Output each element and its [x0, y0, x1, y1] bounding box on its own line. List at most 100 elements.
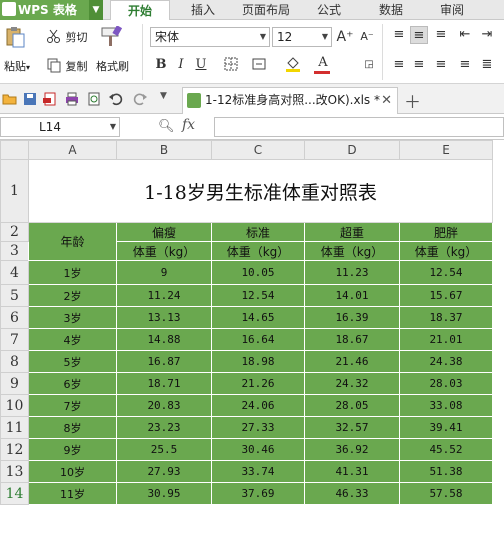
weight-cell[interactable]: 14.65: [211, 306, 305, 329]
tab-review[interactable]: 审阅: [424, 0, 480, 20]
weight-cell[interactable]: 30.95: [116, 482, 212, 505]
weight-cell[interactable]: 14.01: [304, 284, 400, 307]
format-painter-button[interactable]: [98, 25, 123, 51]
formula-input[interactable]: [214, 117, 504, 137]
header-unit-cell[interactable]: 体重（kg）: [399, 241, 493, 261]
column-header-b[interactable]: B: [116, 140, 212, 160]
fill-color-button[interactable]: [280, 56, 306, 74]
cut-button[interactable]: 剪切: [46, 28, 88, 45]
fx-icon[interactable]: fx: [182, 117, 195, 133]
row-header[interactable]: 2: [0, 222, 29, 242]
row-header[interactable]: 7: [0, 328, 29, 351]
open-folder-icon[interactable]: [2, 91, 18, 107]
column-header-e[interactable]: E: [399, 140, 493, 160]
tab-formulas[interactable]: 公式: [304, 0, 354, 20]
align-top-icon[interactable]: ≡: [390, 26, 408, 44]
weight-cell[interactable]: 28.03: [399, 372, 493, 395]
tab-insert[interactable]: 插入: [176, 0, 230, 20]
weight-cell[interactable]: 24.32: [304, 372, 400, 395]
age-cell[interactable]: 8岁: [28, 416, 117, 439]
weight-cell[interactable]: 45.52: [399, 438, 493, 461]
weight-cell[interactable]: 39.41: [399, 416, 493, 439]
export-pdf-icon[interactable]: [42, 91, 58, 107]
font-color-button[interactable]: A: [310, 54, 336, 74]
copy-button[interactable]: 复制: [46, 57, 88, 74]
weight-cell[interactable]: 11.24: [116, 284, 212, 307]
header-category-cell[interactable]: 偏瘦: [116, 222, 212, 242]
weight-cell[interactable]: 13.13: [116, 306, 212, 329]
age-cell[interactable]: 6岁: [28, 372, 117, 395]
weight-cell[interactable]: 12.54: [399, 260, 493, 285]
indent-increase-icon[interactable]: ⇥: [478, 26, 496, 44]
paste-label[interactable]: 粘贴▾: [4, 58, 30, 74]
weight-cell[interactable]: 21.46: [304, 350, 400, 373]
tab-data[interactable]: 数据: [364, 0, 418, 20]
weight-cell[interactable]: 36.92: [304, 438, 400, 461]
weight-cell[interactable]: 23.23: [116, 416, 212, 439]
row-header[interactable]: 3: [0, 241, 29, 261]
name-box[interactable]: L14 ▼: [0, 117, 120, 137]
select-all-corner[interactable]: [0, 140, 29, 160]
row-header[interactable]: 5: [0, 284, 29, 307]
font-settings-icon[interactable]: ◲: [362, 56, 376, 74]
underline-button[interactable]: U: [192, 56, 210, 74]
weight-cell[interactable]: 15.67: [399, 284, 493, 307]
close-icon[interactable]: ✕: [381, 88, 392, 113]
row-header[interactable]: 14: [0, 482, 29, 505]
save-icon[interactable]: [22, 91, 38, 107]
column-header-d[interactable]: D: [304, 140, 400, 160]
chevron-down-icon[interactable]: ▼: [110, 118, 116, 136]
weight-cell[interactable]: 30.46: [211, 438, 305, 461]
row-header[interactable]: 6: [0, 306, 29, 329]
align-left-icon[interactable]: ≡: [390, 56, 408, 74]
weight-cell[interactable]: 14.88: [116, 328, 212, 351]
row-header[interactable]: 8: [0, 350, 29, 373]
weight-cell[interactable]: 16.64: [211, 328, 305, 351]
weight-cell[interactable]: 37.69: [211, 482, 305, 505]
format-painter-label[interactable]: 格式刷: [96, 58, 129, 74]
justify-icon[interactable]: ≡: [456, 56, 474, 74]
row-header[interactable]: 10: [0, 394, 29, 417]
header-unit-cell[interactable]: 体重（kg）: [211, 241, 305, 261]
header-age-cell[interactable]: 年龄: [28, 222, 117, 261]
age-cell[interactable]: 9岁: [28, 438, 117, 461]
weight-cell[interactable]: 9: [116, 260, 212, 285]
weight-cell[interactable]: 32.57: [304, 416, 400, 439]
weight-cell[interactable]: 16.87: [116, 350, 212, 373]
weight-cell[interactable]: 21.26: [211, 372, 305, 395]
header-category-cell[interactable]: 超重: [304, 222, 400, 242]
zoom-icon[interactable]: 🔍︎: [158, 119, 175, 134]
weight-cell[interactable]: 33.74: [211, 460, 305, 483]
age-cell[interactable]: 5岁: [28, 350, 117, 373]
row-header[interactable]: 4: [0, 260, 29, 285]
weight-cell[interactable]: 46.33: [304, 482, 400, 505]
age-cell[interactable]: 11岁: [28, 482, 117, 505]
weight-cell[interactable]: 24.38: [399, 350, 493, 373]
weight-cell[interactable]: 25.5: [116, 438, 212, 461]
header-category-cell[interactable]: 肥胖: [399, 222, 493, 242]
align-center-icon[interactable]: ≡: [410, 56, 428, 74]
row-header[interactable]: 13: [0, 460, 29, 483]
weight-cell[interactable]: 11.23: [304, 260, 400, 285]
undo-icon[interactable]: [108, 91, 124, 107]
align-bottom-icon[interactable]: ≡: [432, 26, 450, 44]
weight-cell[interactable]: 18.98: [211, 350, 305, 373]
tab-home[interactable]: 开始: [110, 0, 170, 21]
weight-cell[interactable]: 18.71: [116, 372, 212, 395]
header-category-cell[interactable]: 标准: [211, 222, 305, 242]
weight-cell[interactable]: 10.05: [211, 260, 305, 285]
tab-page-layout[interactable]: 页面布局: [234, 0, 298, 20]
row-header[interactable]: 1: [0, 159, 29, 223]
weight-cell[interactable]: 21.01: [399, 328, 493, 351]
weight-cell[interactable]: 16.39: [304, 306, 400, 329]
merge-button[interactable]: [248, 56, 270, 74]
paste-button[interactable]: [4, 26, 26, 51]
font-name-select[interactable]: 宋体 ▼: [150, 27, 270, 47]
borders-button[interactable]: [218, 56, 244, 74]
weight-cell[interactable]: 51.38: [399, 460, 493, 483]
column-header-a[interactable]: A: [28, 140, 117, 160]
print-preview-icon[interactable]: [86, 91, 102, 107]
row-header[interactable]: 11: [0, 416, 29, 439]
weight-cell[interactable]: 12.54: [211, 284, 305, 307]
age-cell[interactable]: 4岁: [28, 328, 117, 351]
